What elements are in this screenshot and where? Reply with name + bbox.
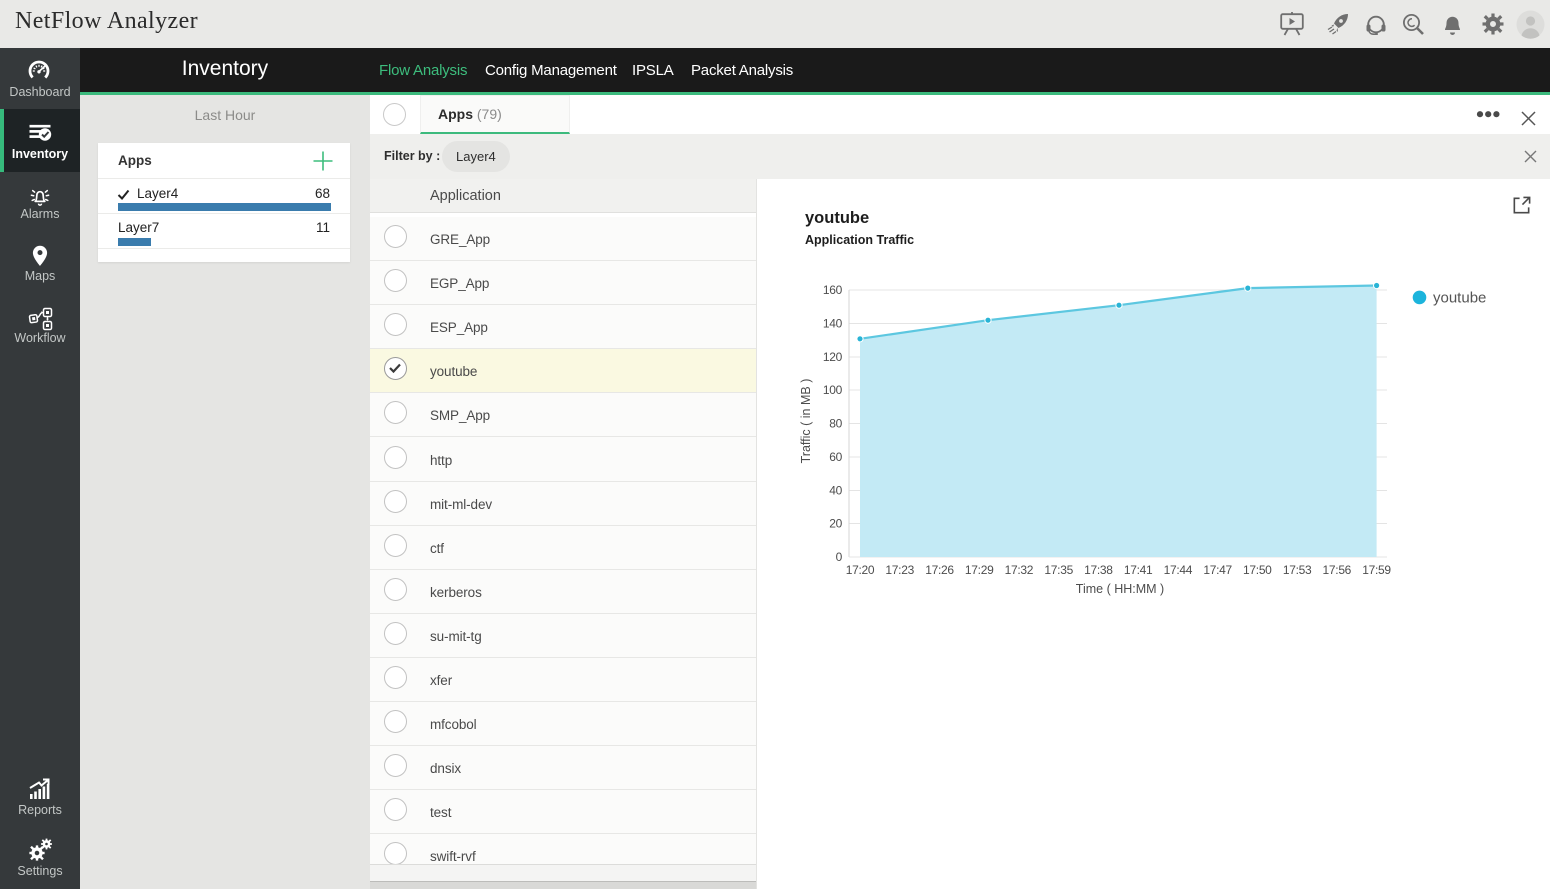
svg-text:17:56: 17:56 (1323, 563, 1352, 577)
svg-text:17:23: 17:23 (885, 563, 914, 577)
svg-text:17:38: 17:38 (1084, 563, 1113, 577)
svg-text:17:35: 17:35 (1044, 563, 1073, 577)
svg-text:100: 100 (823, 383, 843, 397)
svg-text:17:20: 17:20 (846, 563, 875, 577)
svg-text:40: 40 (829, 483, 842, 497)
svg-text:17:50: 17:50 (1243, 563, 1272, 577)
svg-text:20: 20 (829, 517, 842, 531)
svg-text:Traffic ( in MB ): Traffic ( in MB ) (799, 379, 813, 464)
svg-text:17:41: 17:41 (1124, 563, 1153, 577)
svg-text:140: 140 (823, 316, 843, 330)
svg-text:youtube: youtube (1433, 290, 1486, 307)
svg-text:60: 60 (829, 450, 842, 464)
svg-text:80: 80 (829, 417, 842, 431)
svg-text:17:53: 17:53 (1283, 563, 1312, 577)
svg-text:17:47: 17:47 (1203, 563, 1232, 577)
svg-text:0: 0 (836, 550, 843, 564)
svg-text:Time ( HH:MM ): Time ( HH:MM ) (1076, 582, 1164, 596)
svg-text:17:44: 17:44 (1164, 563, 1193, 577)
svg-text:17:29: 17:29 (965, 563, 994, 577)
svg-text:160: 160 (823, 283, 843, 297)
svg-text:17:32: 17:32 (1005, 563, 1034, 577)
svg-text:17:59: 17:59 (1362, 563, 1391, 577)
svg-text:120: 120 (823, 350, 843, 364)
svg-text:17:26: 17:26 (925, 563, 954, 577)
